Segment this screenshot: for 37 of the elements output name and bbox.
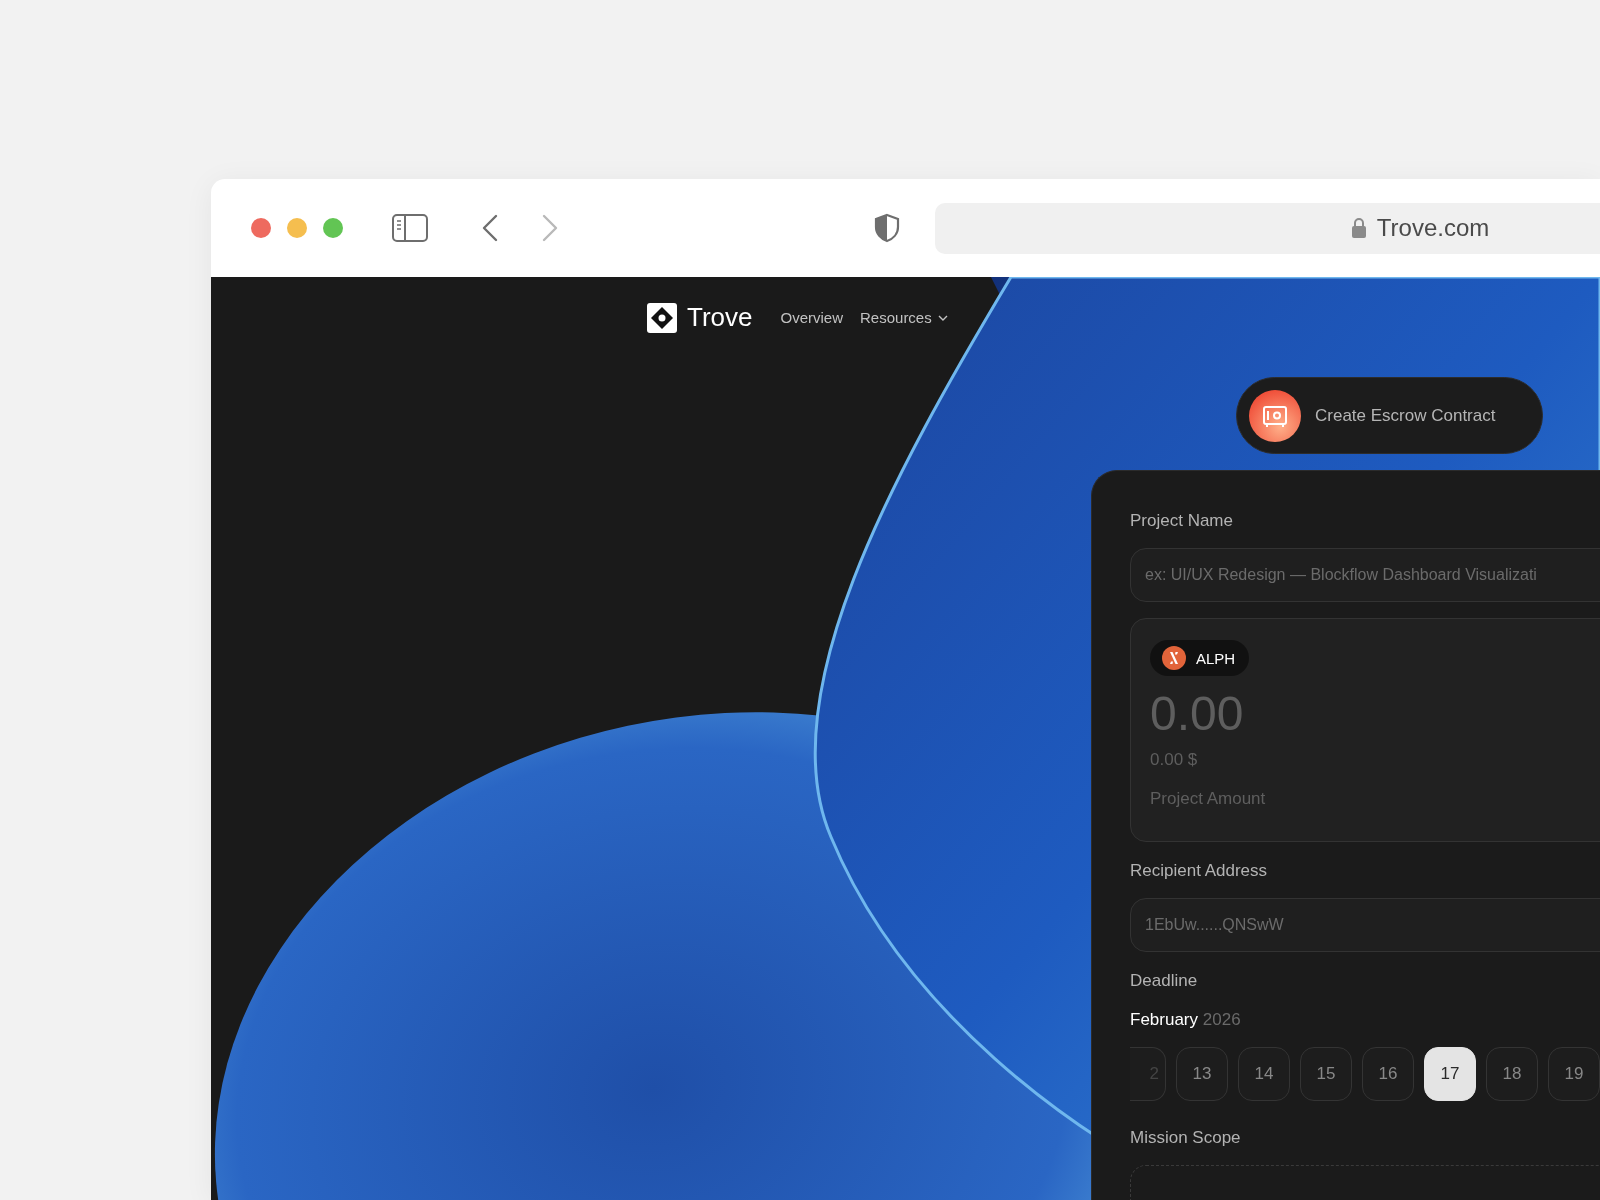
url-text: Trove.com [1376, 214, 1490, 242]
field-label: Recipient Address [1130, 861, 1269, 881]
maximize-icon[interactable] [323, 218, 343, 238]
token-selector[interactable]: ALPH [1150, 640, 1250, 676]
date-option[interactable]: 15 [1300, 1047, 1352, 1101]
date-option[interactable]: 18 [1486, 1047, 1538, 1101]
shield-icon[interactable] [874, 213, 900, 243]
create-escrow-button[interactable]: Create Escrow Contract [1236, 377, 1543, 454]
chevron-down-icon [937, 314, 948, 321]
sidebar-icon[interactable] [392, 214, 428, 242]
minimize-icon[interactable] [287, 218, 307, 238]
nav-dropdown[interactable]: Resources [860, 309, 948, 326]
forward-icon[interactable] [541, 214, 559, 242]
brand-name: Trove [687, 302, 753, 333]
back-icon[interactable] [481, 214, 499, 242]
recipient-address-field[interactable]: 1EbUw......QNSwW [1130, 898, 1600, 952]
address-bar[interactable]: Trove.com [935, 202, 1600, 254]
safe-icon [1249, 389, 1301, 442]
token-icon [1162, 646, 1186, 670]
date-option[interactable]: 16 [1362, 1047, 1414, 1101]
field-label: Project Name [1130, 511, 1234, 531]
nav-link[interactable]: Overview [780, 309, 843, 326]
date-option[interactable]: 14 [1238, 1047, 1290, 1101]
field-label: Deadline [1130, 971, 1199, 991]
fiat-value: 0.00 $ [1150, 750, 1198, 770]
month-title: February 2026 [1130, 1010, 1242, 1030]
project-name-field[interactable]: ex: UI/UX Redesign — Blockflow Dashboard Visualizati [1130, 548, 1600, 602]
date-option[interactable]: 13 [1176, 1047, 1228, 1101]
amount-value: 0.00 [1150, 686, 1244, 742]
date-option[interactable]: 19 [1548, 1047, 1600, 1101]
field-label: Mission Scope [1130, 1128, 1242, 1148]
date-option[interactable]: 17 [1424, 1047, 1476, 1101]
amount-label: Project Amount [1150, 789, 1266, 809]
logo-icon[interactable] [647, 302, 677, 333]
token-name: ALPH [1196, 649, 1236, 667]
close-icon[interactable] [251, 218, 271, 238]
lock-icon [1350, 217, 1367, 239]
